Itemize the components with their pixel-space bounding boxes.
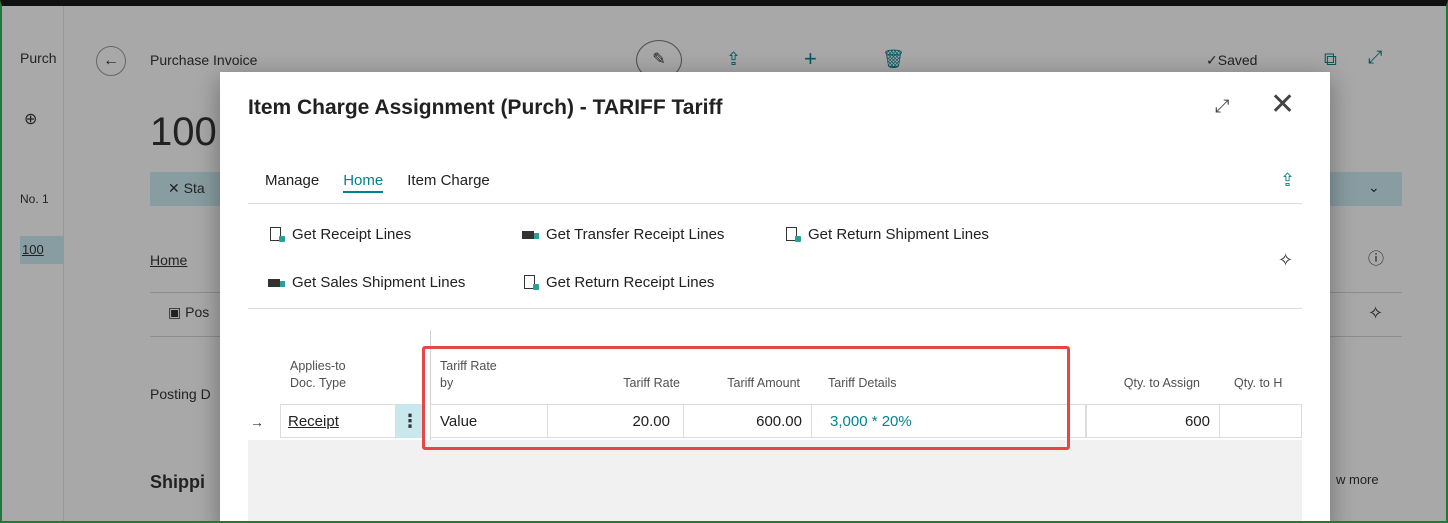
cell-tariff-rate-by[interactable]: Value [440, 404, 477, 438]
col-header-tariff-rate[interactable]: Tariff Rate [550, 375, 680, 392]
get-return-shipment-lines-button[interactable]: Get Return Shipment Lines [784, 226, 989, 243]
get-return-shipment-lines-label: Get Return Shipment Lines [808, 226, 989, 243]
get-receipt-lines-label: Get Receipt Lines [292, 226, 412, 243]
col-header-qty-to-handle[interactable]: Qty. to H [1234, 375, 1282, 392]
cell-tariff-rate[interactable]: 20.00 [550, 404, 670, 438]
close-icon[interactable]: ✕ [1270, 90, 1295, 120]
share-icon[interactable]: ⇪ [1280, 170, 1295, 191]
col-header-tariff-rate-by[interactable]: Tariff Rate by [440, 358, 497, 392]
truck-icon [268, 275, 286, 291]
col-header-line: Applies-to [290, 359, 346, 373]
get-return-receipt-lines-label: Get Return Receipt Lines [546, 274, 715, 291]
tab-manage[interactable]: Manage [265, 172, 319, 193]
return-document-icon [784, 226, 802, 243]
tab-item-charge[interactable]: Item Charge [407, 172, 490, 193]
document-icon [268, 226, 286, 243]
col-header-tariff-amount[interactable]: Tariff Amount [690, 375, 800, 392]
get-sales-shipment-lines-label: Get Sales Shipment Lines [292, 274, 466, 291]
cell-applies-to-doc-type[interactable]: Receipt [288, 404, 339, 438]
dialog-title: Item Charge Assignment (Purch) - TARIFF … [248, 96, 723, 119]
truck-icon [522, 227, 540, 243]
cell-border [1220, 404, 1302, 438]
return-document-icon [522, 274, 540, 291]
col-header-line: Doc. Type [290, 376, 347, 390]
col-header-applies-to-doc-type[interactable]: Applies-to Doc. Type [290, 358, 346, 392]
cell-tariff-details[interactable]: 3,000 * 20% [830, 404, 912, 438]
arrow-right-icon: → [250, 414, 264, 430]
col-header-qty-to-assign[interactable]: Qty. to Assign [1090, 375, 1200, 392]
pin-icon[interactable]: ✧ [1278, 250, 1293, 271]
app-window: Purch ⊕ No. 1 100 ← Purchase Invoice ✎ ⇪… [0, 0, 1448, 523]
ellipsis-vertical-icon[interactable]: ⋮ [396, 404, 424, 438]
get-return-receipt-lines-button[interactable]: Get Return Receipt Lines [522, 274, 714, 291]
get-receipt-lines-button[interactable]: Get Receipt Lines [268, 226, 411, 243]
get-sales-shipment-lines-button[interactable]: Get Sales Shipment Lines [268, 274, 465, 291]
get-transfer-receipt-lines-label: Get Transfer Receipt Lines [546, 226, 725, 243]
col-header-line: by [440, 376, 454, 390]
tab-home[interactable]: Home [343, 172, 384, 193]
empty-grid-area [248, 440, 1302, 521]
expand-icon[interactable]: ⤢ [1215, 96, 1229, 117]
divider [248, 203, 1302, 204]
action-tabs: Manage Home Item Charge [265, 172, 514, 193]
cell-qty-to-assign[interactable]: 600 [1090, 404, 1210, 438]
col-header-tariff-details[interactable]: Tariff Details [828, 375, 897, 392]
divider [248, 308, 1302, 309]
item-charge-assignment-dialog: Item Charge Assignment (Purch) - TARIFF … [220, 72, 1330, 521]
get-transfer-receipt-lines-button[interactable]: Get Transfer Receipt Lines [522, 226, 724, 243]
cell-tariff-amount[interactable]: 600.00 [690, 404, 802, 438]
col-header-line: Tariff Rate [440, 359, 497, 373]
